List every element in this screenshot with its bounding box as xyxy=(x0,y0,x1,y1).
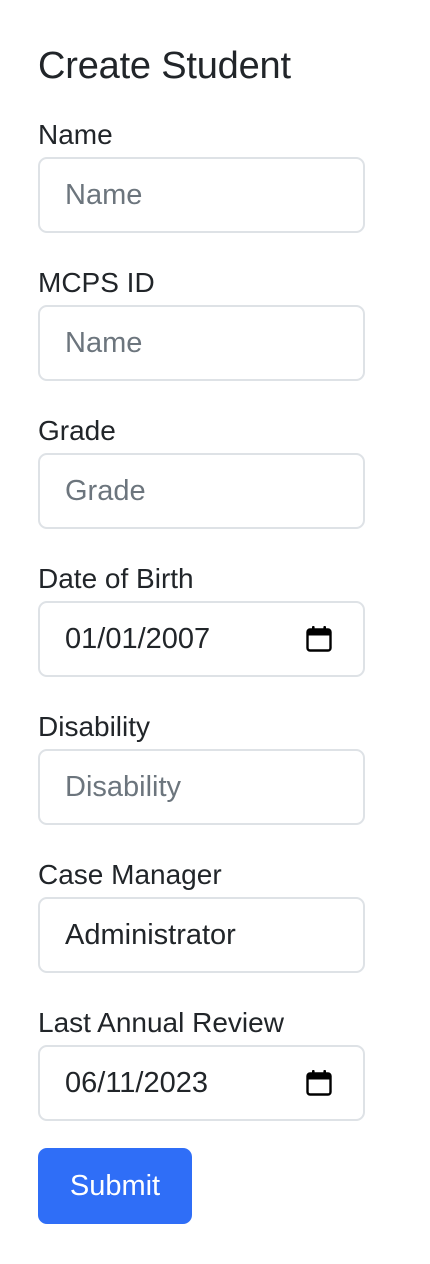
grade-input[interactable] xyxy=(38,453,365,529)
name-label: Name xyxy=(38,119,113,150)
last-annual-review-field-group: Last Annual Review 06/11/2023 xyxy=(38,1006,365,1121)
name-field-group: Name xyxy=(38,118,365,233)
mcps-id-field-group: MCPS ID xyxy=(38,266,365,381)
date-of-birth-input[interactable]: 01/01/2007 xyxy=(38,601,365,677)
date-of-birth-field-group: Date of Birth 01/01/2007 xyxy=(38,562,365,677)
disability-label: Disability xyxy=(38,711,151,742)
name-input[interactable] xyxy=(38,157,365,233)
date-of-birth-value: 01/01/2007 xyxy=(65,623,211,655)
grade-label: Grade xyxy=(38,415,116,446)
mcps-id-label: MCPS ID xyxy=(38,267,155,298)
disability-input[interactable] xyxy=(38,749,365,825)
case-manager-label: Case Manager xyxy=(38,859,222,890)
case-manager-field-group: Case Manager xyxy=(38,858,365,973)
last-annual-review-label: Last Annual Review xyxy=(38,1007,284,1038)
last-annual-review-input[interactable]: 06/11/2023 xyxy=(38,1045,365,1121)
last-annual-review-value: 06/11/2023 xyxy=(65,1067,208,1099)
case-manager-input[interactable] xyxy=(38,897,365,973)
calendar-icon[interactable] xyxy=(305,1069,333,1097)
date-of-birth-label: Date of Birth xyxy=(38,563,194,594)
disability-field-group: Disability xyxy=(38,710,365,825)
calendar-icon[interactable] xyxy=(305,625,333,653)
page-title: Create Student xyxy=(38,45,291,87)
grade-field-group: Grade xyxy=(38,414,365,529)
mcps-id-input[interactable] xyxy=(38,305,365,381)
submit-button[interactable]: Submit xyxy=(38,1148,192,1224)
